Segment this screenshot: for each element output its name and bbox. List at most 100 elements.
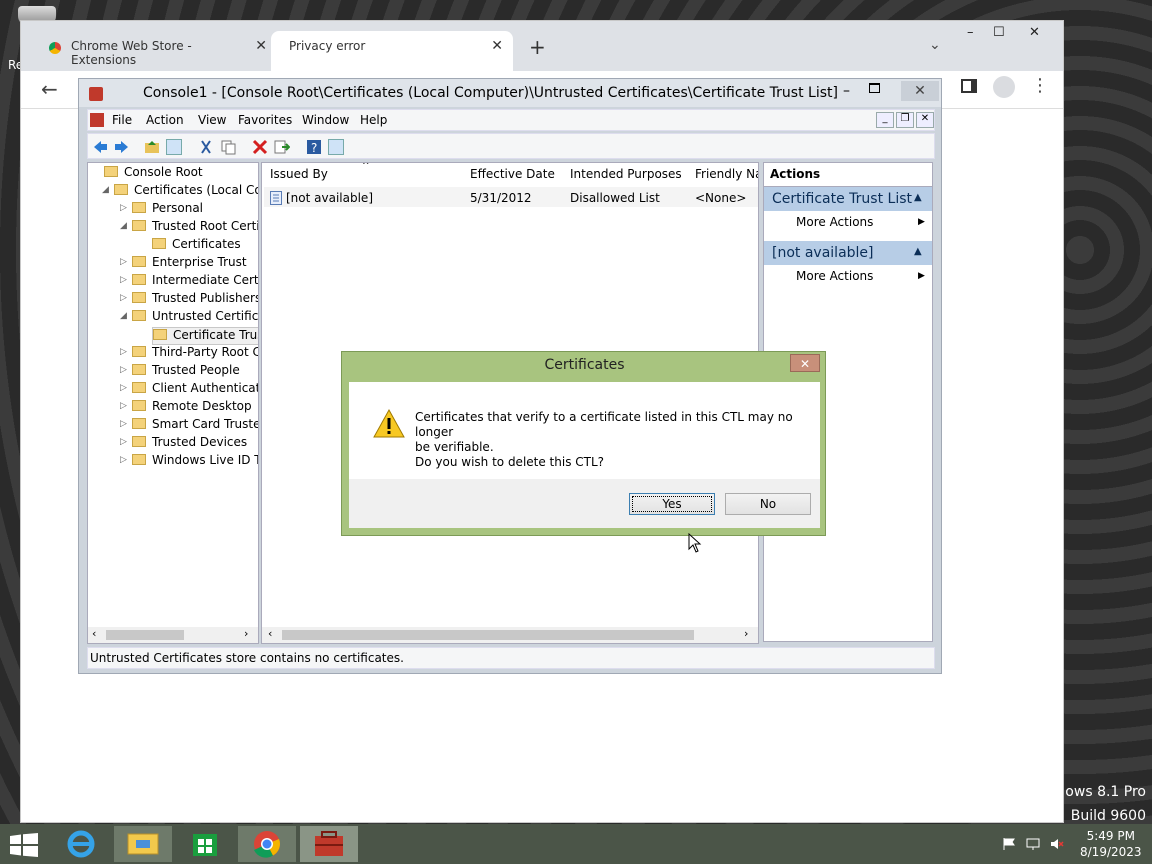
tree-item[interactable]: Certificates — [152, 237, 241, 255]
action-center-flag-icon[interactable] — [1002, 838, 1016, 850]
minimize-button[interactable]: – — [967, 25, 974, 40]
tree-item[interactable]: ▷ Third-Party Root Ce — [120, 345, 258, 363]
tree-item[interactable]: ▷ Intermediate Certific — [120, 273, 258, 291]
tree-item[interactable]: ▷ Client Authenticatio — [120, 381, 258, 399]
tree-item[interactable]: Certificate Trust — [152, 327, 258, 345]
expand-arrow-icon[interactable]: ▷ — [120, 293, 127, 303]
scroll-right-icon[interactable]: › — [244, 627, 248, 640]
collapse-arrow-icon[interactable]: ◢ — [102, 185, 109, 195]
windows-start-icon[interactable] — [10, 833, 38, 857]
tree-item[interactable]: ◢ Certificates (Local Comp — [102, 183, 258, 201]
forward-icon[interactable] — [114, 139, 130, 155]
copy-icon[interactable] — [220, 139, 236, 155]
tree-item-label: Smart Card Trusted — [152, 417, 259, 431]
inner-restore-button[interactable]: ❐ — [896, 112, 914, 128]
menu-favorites[interactable]: Favorites — [238, 113, 292, 127]
chrome-menu-icon[interactable]: ⋮ — [1031, 75, 1049, 96]
show-hide-tree-icon[interactable] — [166, 139, 182, 155]
dialog-close-button[interactable]: ✕ — [790, 354, 820, 372]
expand-arrow-icon[interactable]: ▷ — [120, 203, 127, 213]
export-list-icon[interactable] — [274, 139, 291, 155]
expand-arrow-icon[interactable]: ▷ — [120, 455, 127, 465]
scroll-left-icon[interactable]: ‹ — [268, 627, 272, 640]
delete-icon[interactable] — [252, 139, 268, 155]
list-horizontal-scrollbar[interactable]: ‹ › — [262, 627, 758, 643]
cell-issued-by[interactable]: [not available] — [286, 191, 373, 205]
column-effective-date[interactable]: Effective Date — [470, 167, 555, 181]
collapse-icon[interactable]: ▲ — [914, 192, 922, 203]
action-section-ctl[interactable]: Certificate Trust List ▲ — [764, 187, 932, 211]
expand-arrow-icon[interactable]: ▷ — [120, 401, 127, 411]
taskbar-clock[interactable]: 5:49 PM 8/19/2023 — [1080, 828, 1142, 860]
scroll-left-icon[interactable]: ‹ — [92, 627, 96, 640]
show-action-pane-icon[interactable] — [328, 139, 344, 155]
close-button[interactable]: ✕ — [901, 81, 939, 101]
collapse-arrow-icon[interactable]: ◢ — [120, 311, 127, 321]
tree-item[interactable]: ▷ Trusted People — [120, 363, 240, 381]
maximize-button[interactable]: ☐ — [993, 25, 1005, 40]
tree-item[interactable]: ◢ Untrusted Certificate — [120, 309, 258, 327]
profile-avatar-icon[interactable] — [993, 76, 1015, 98]
tree-item[interactable]: ▷ Remote Desktop — [120, 399, 252, 417]
menu-action[interactable]: Action — [146, 113, 184, 127]
internet-explorer-icon[interactable] — [52, 826, 110, 862]
expand-arrow-icon[interactable]: ▷ — [120, 365, 127, 375]
side-panel-icon[interactable] — [961, 79, 977, 93]
tab-chrome-web-store[interactable]: Chrome Web Store - Extensions ✕ — [41, 31, 277, 67]
column-issued-by[interactable]: Issued By — [270, 167, 328, 181]
menu-window[interactable]: Window — [302, 113, 349, 127]
console-menu-icon[interactable] — [90, 113, 104, 127]
tree-item[interactable]: ▷ Trusted Publishers — [120, 291, 258, 309]
menu-file[interactable]: File — [112, 113, 132, 127]
tree-item[interactable]: ▷ Windows Live ID Tol — [120, 453, 258, 471]
scroll-right-icon[interactable]: › — [744, 627, 748, 640]
tab-search-chevron-icon[interactable]: ⌄ — [929, 37, 941, 53]
expand-arrow-icon[interactable]: ▷ — [120, 383, 127, 393]
expand-arrow-icon[interactable]: ▷ — [120, 275, 127, 285]
cut-icon[interactable] — [198, 139, 214, 155]
action-section-item[interactable]: [not available] ▲ — [764, 241, 932, 265]
file-explorer-icon[interactable] — [114, 826, 172, 862]
tree-horizontal-scrollbar[interactable]: ‹ › — [88, 627, 258, 643]
tree-item[interactable]: ▷ Smart Card Trusted — [120, 417, 259, 435]
expand-arrow-icon[interactable]: ▷ — [120, 257, 127, 267]
tree-item[interactable]: ▷ Personal — [120, 201, 203, 219]
more-actions-link[interactable]: More Actions — [796, 215, 873, 229]
network-icon[interactable] — [1026, 838, 1040, 850]
tree-item[interactable]: ▷ Trusted Devices — [120, 435, 247, 453]
more-actions-link[interactable]: More Actions — [796, 269, 873, 283]
windows-store-icon[interactable] — [176, 826, 234, 862]
maximize-button[interactable] — [869, 83, 880, 93]
mmc-app-icon[interactable] — [300, 826, 358, 862]
column-friendly-name[interactable]: Friendly Nar — [695, 167, 758, 181]
expand-arrow-icon[interactable]: ▷ — [120, 347, 127, 357]
close-button[interactable]: ✕ — [1029, 25, 1040, 40]
expand-arrow-icon[interactable]: ▷ — [120, 437, 127, 447]
chrome-app-icon[interactable] — [238, 826, 296, 862]
expand-arrow-icon[interactable]: ▷ — [120, 419, 127, 429]
inner-minimize-button[interactable]: _ — [876, 112, 894, 128]
minimize-button[interactable]: – — [843, 83, 850, 99]
inner-close-button[interactable]: ✕ — [916, 112, 934, 128]
volume-muted-icon[interactable] — [1050, 838, 1064, 850]
close-icon[interactable]: ✕ — [491, 38, 503, 54]
tab-privacy-error[interactable]: Privacy error ✕ — [271, 31, 513, 71]
scrollbar-thumb[interactable] — [106, 630, 184, 640]
back-icon[interactable] — [92, 139, 108, 155]
tree-item[interactable]: ◢ Trusted Root Certific — [120, 219, 258, 237]
collapse-arrow-icon[interactable]: ◢ — [120, 221, 127, 231]
menu-help[interactable]: Help — [360, 113, 387, 127]
new-tab-button[interactable]: + — [529, 35, 546, 59]
tree-item[interactable]: ▷ Enterprise Trust — [120, 255, 247, 273]
up-folder-icon[interactable] — [144, 139, 160, 155]
tree-item[interactable]: Console Root — [104, 165, 203, 183]
collapse-icon[interactable]: ▲ — [914, 246, 922, 257]
no-button[interactable]: No — [725, 493, 811, 515]
scrollbar-thumb[interactable] — [282, 630, 694, 640]
help-icon[interactable]: ? — [306, 139, 322, 155]
column-intended-purposes[interactable]: Intended Purposes — [570, 167, 682, 181]
yes-button[interactable]: Yes — [629, 493, 715, 515]
close-icon[interactable]: ✕ — [255, 38, 267, 54]
menu-view[interactable]: View — [198, 113, 226, 127]
back-arrow-icon[interactable]: ← — [41, 77, 58, 101]
